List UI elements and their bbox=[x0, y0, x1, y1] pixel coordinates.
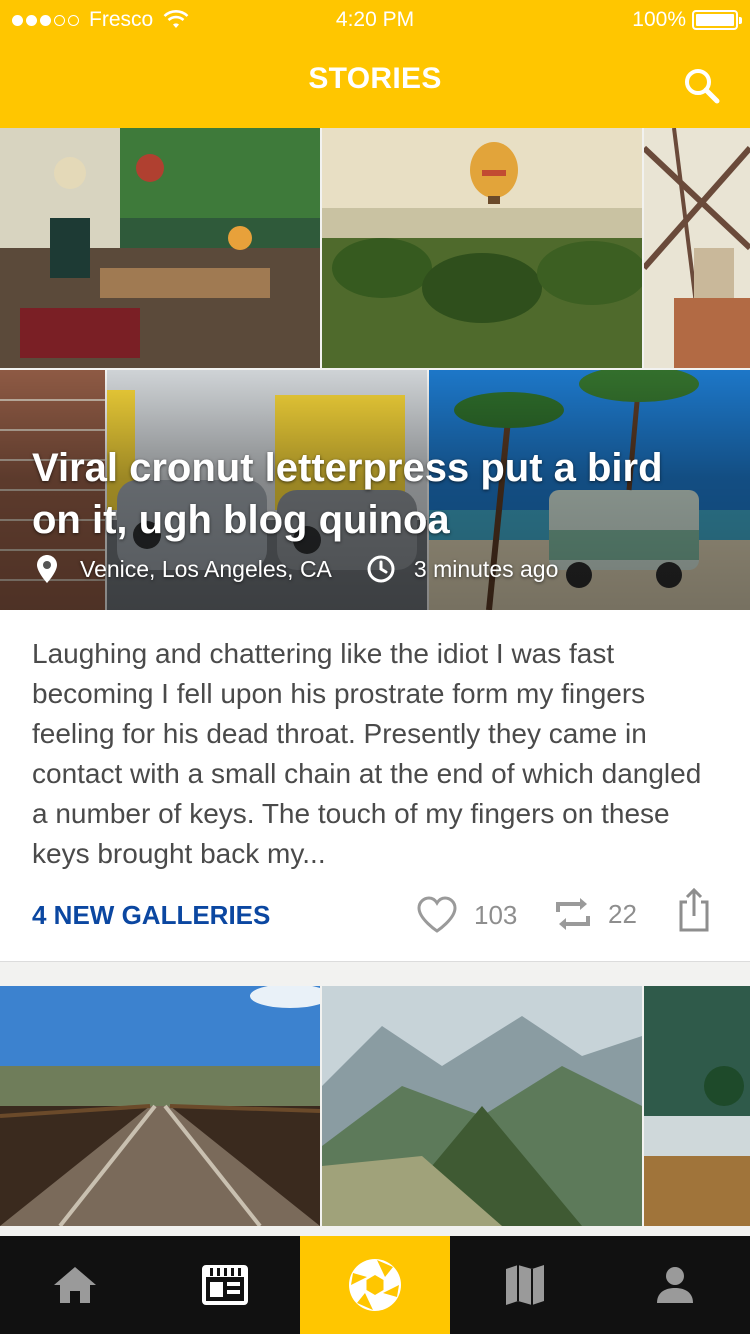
like-button[interactable]: 103 bbox=[416, 896, 517, 934]
battery-percentage: 100% bbox=[632, 8, 686, 31]
photo-balloon-palms[interactable] bbox=[322, 128, 642, 368]
like-count: 103 bbox=[474, 899, 518, 930]
camera-aperture-icon bbox=[349, 1259, 401, 1311]
repost-count: 22 bbox=[608, 898, 637, 929]
tab-profile[interactable] bbox=[600, 1236, 750, 1334]
story-actions: 4 NEW GALLERIES 103 22 bbox=[0, 888, 750, 940]
photo-tower[interactable] bbox=[644, 128, 750, 368]
story-body[interactable]: Laughing and chattering like the idiot I… bbox=[32, 634, 722, 874]
repost-icon bbox=[554, 896, 592, 932]
tab-news[interactable] bbox=[150, 1236, 300, 1334]
clock-icon bbox=[366, 554, 396, 584]
story-collage-2[interactable] bbox=[0, 986, 750, 1234]
location-pin-icon bbox=[32, 554, 62, 584]
tab-map[interactable] bbox=[450, 1236, 600, 1334]
new-galleries-link[interactable]: 4 NEW GALLERIES bbox=[32, 900, 270, 931]
photo-lake-forest[interactable] bbox=[644, 986, 750, 1226]
home-icon bbox=[54, 1267, 96, 1303]
heart-icon bbox=[416, 896, 458, 934]
story-meta: Venice, Los Angeles, CA 3 minutes ago bbox=[32, 554, 558, 584]
news-icon bbox=[202, 1265, 248, 1305]
tab-camera[interactable] bbox=[300, 1236, 450, 1334]
photo-railway-bridge[interactable] bbox=[0, 986, 320, 1226]
app-header: Fresco 4:20 PM 100% STORIES bbox=[0, 0, 750, 128]
search-icon[interactable] bbox=[680, 64, 724, 108]
story-card: Laughing and chattering like the idiot I… bbox=[0, 610, 750, 962]
story-location: Venice, Los Angeles, CA bbox=[80, 555, 332, 582]
photo-cafe[interactable] bbox=[0, 128, 320, 368]
photo-mountains[interactable] bbox=[322, 986, 642, 1226]
battery-icon bbox=[692, 10, 742, 30]
status-bar: Fresco 4:20 PM 100% bbox=[0, 0, 750, 40]
story-time-ago: 3 minutes ago bbox=[413, 555, 559, 582]
profile-icon bbox=[657, 1267, 693, 1303]
share-icon bbox=[679, 888, 709, 932]
tab-home[interactable] bbox=[0, 1236, 150, 1334]
page-title: STORIES bbox=[308, 62, 442, 95]
tab-bar bbox=[0, 1236, 750, 1334]
map-icon bbox=[506, 1265, 544, 1305]
story-headline[interactable]: Viral cronut letterpress put a bird on i… bbox=[32, 442, 672, 546]
repost-button[interactable]: 22 bbox=[554, 896, 637, 932]
share-button[interactable] bbox=[678, 888, 710, 932]
